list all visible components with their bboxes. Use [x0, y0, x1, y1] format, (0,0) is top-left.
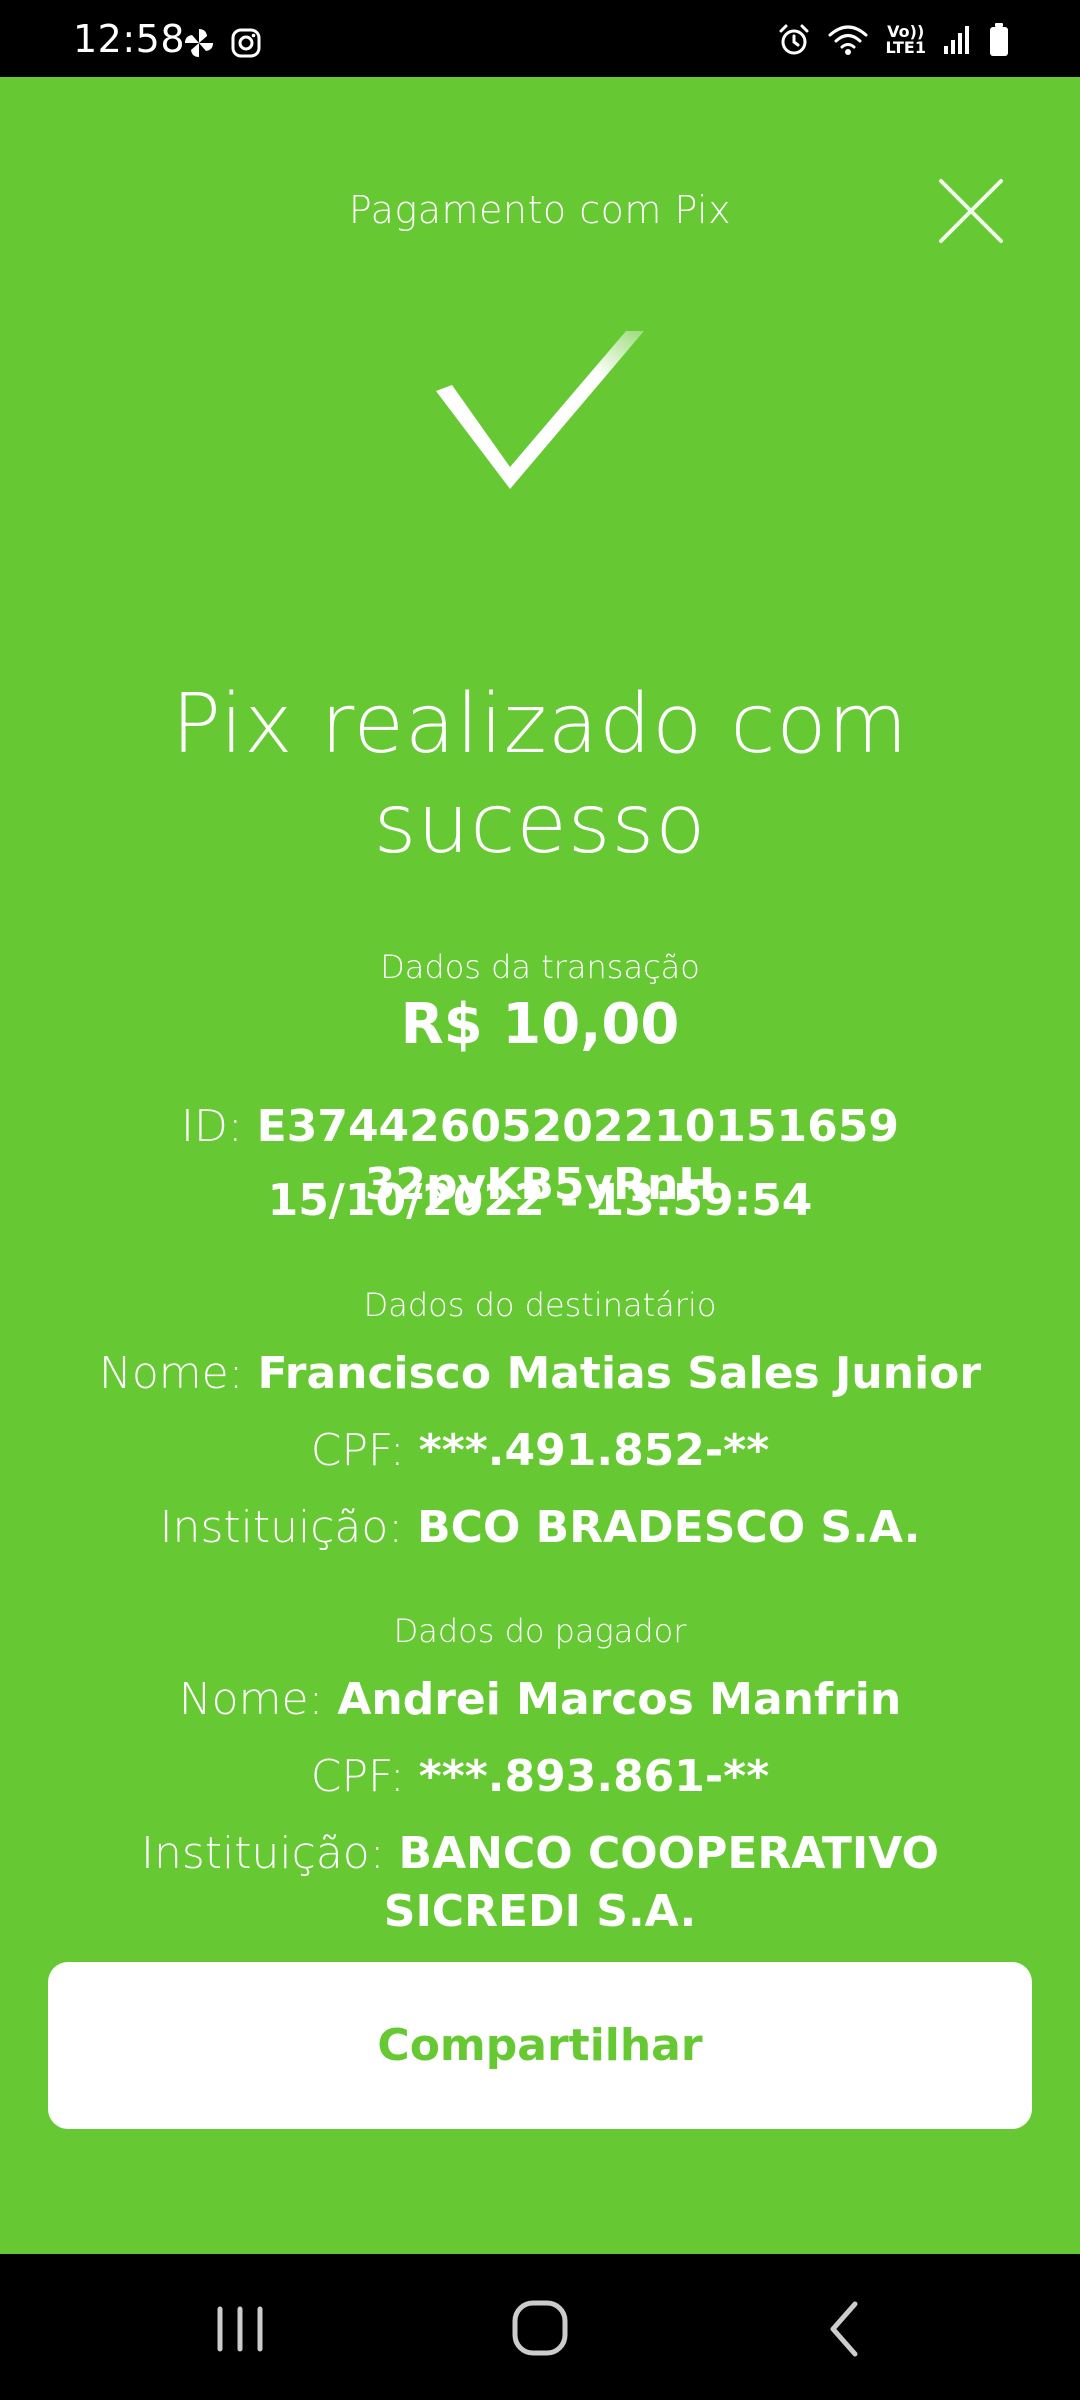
payer-section-label: Dados do pagador — [393, 1612, 687, 1650]
recipient-institution-key: Instituição: — [159, 1502, 404, 1553]
signal-icon — [944, 26, 969, 54]
home-icon[interactable] — [500, 2294, 580, 2364]
recipient-institution-value: BCO BRADESCO S.A. — [417, 1502, 921, 1553]
transaction-section-label: Dados da transação — [380, 948, 700, 986]
alarm-icon — [779, 24, 809, 55]
recipient-cpf-value: ***.491.852-** — [418, 1425, 770, 1476]
pinwheel-icon — [185, 29, 213, 57]
payer-name-key: Nome: — [178, 1674, 324, 1725]
recipient-name: Nome: Francisco Matias Sales Junior — [60, 1345, 1020, 1403]
share-button[interactable]: Compartilhar — [48, 1962, 1032, 2129]
recipient-institution: Instituição: BCO BRADESCO S.A. — [60, 1499, 1020, 1557]
back-icon[interactable] — [805, 2294, 885, 2364]
payer-cpf-value: ***.893.861-** — [418, 1751, 770, 1802]
payer-institution-key: Instituição: — [141, 1828, 385, 1879]
payer-institution-value: BANCO COOPERATIVO SICREDI S.A. — [383, 1828, 939, 1937]
payer-cpf: CPF: ***.893.861-** — [60, 1748, 1020, 1806]
payer-institution: Instituição: BANCO COOPERATIVO SICREDI S… — [60, 1825, 1020, 1941]
transaction-amount: R$ 10,00 — [400, 992, 680, 1057]
volte-bottom-label: LTE1 — [885, 38, 926, 57]
pix-success-screen: Pagamento com Pix Pix realizado com suce… — [0, 77, 1080, 2254]
status-time: 12:58 — [73, 17, 186, 61]
status-left-icons — [182, 26, 262, 60]
check-icon — [436, 331, 644, 489]
recipient-section-label: Dados do destinatário — [363, 1286, 717, 1324]
transaction-datetime-value: 15/10/2022 - 13:59:54 — [267, 1175, 813, 1226]
recipient-cpf-key: CPF: — [310, 1425, 405, 1476]
close-icon[interactable] — [935, 175, 1007, 247]
payer-name-value: Andrei Marcos Manfrin — [337, 1674, 902, 1725]
transaction-datetime: 15/10/2022 - 13:59:54 — [60, 1172, 1020, 1230]
success-title: Pix realizado com sucesso — [171, 677, 909, 872]
status-bar: 12:58 Vo)) LTE1 — [0, 0, 1080, 77]
navigation-bar — [0, 2254, 1080, 2400]
payer-cpf-key: CPF: — [310, 1751, 405, 1802]
wifi-icon — [828, 25, 868, 55]
header-title: Pagamento com Pix — [348, 188, 732, 232]
payer-name: Nome: Andrei Marcos Manfrin — [60, 1671, 1020, 1729]
battery-icon — [990, 23, 1008, 56]
recipient-name-key: Nome: — [98, 1348, 244, 1399]
volte-icon: Vo)) LTE1 — [885, 24, 926, 56]
recipient-name-value: Francisco Matias Sales Junior — [257, 1348, 982, 1399]
recent-apps-icon[interactable] — [200, 2294, 280, 2364]
transaction-id-key: ID: — [180, 1101, 243, 1152]
status-right-icons: Vo)) LTE1 — [777, 22, 1010, 58]
instagram-icon — [231, 28, 261, 58]
recipient-cpf: CPF: ***.491.852-** — [60, 1422, 1020, 1480]
